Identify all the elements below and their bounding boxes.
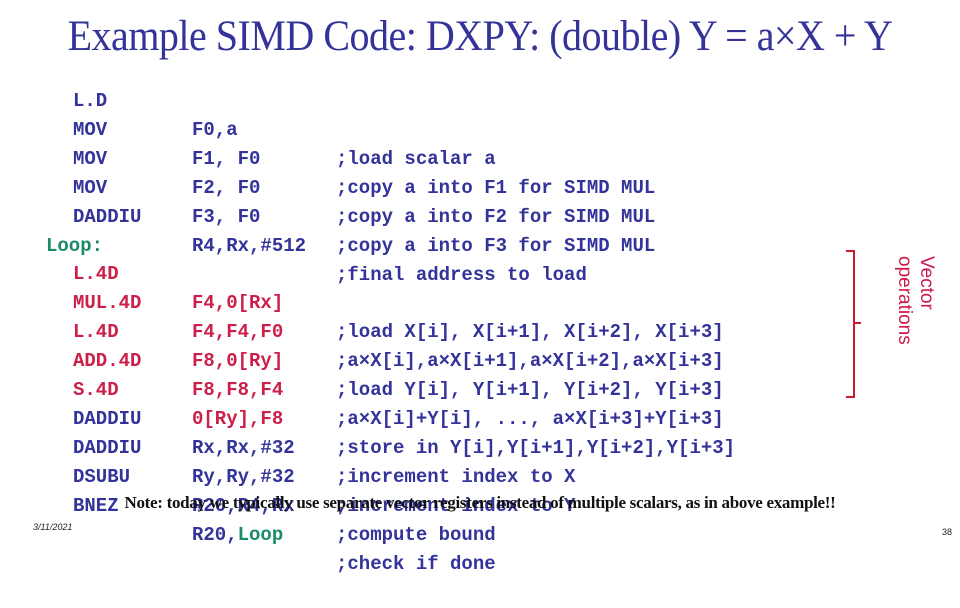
- operands: F1, F0: [192, 148, 261, 170]
- opcode: DADDIU: [73, 206, 142, 228]
- comment: ;a×X[i]+Y[i], ..., a×X[i+3]+Y[i+3]: [336, 408, 724, 430]
- opcode: DADDIU: [73, 437, 142, 459]
- slide-date: 3/11/2021: [33, 522, 73, 532]
- operand-label: Loop: [237, 524, 284, 546]
- operand-register: R20,: [192, 524, 238, 546]
- code-line: MUL.4D F4,F4,F0 ;a×X[i],a×X[i+1],a×X[i+2…: [0, 260, 724, 372]
- code-line: MOV F1, F0 ;copy a into F1 for SIMD MUL: [0, 87, 655, 199]
- code-line: MOV F2, F0 ;copy a into F2 for SIMD MUL: [0, 116, 655, 228]
- code-line: DADDIU Rx,Rx,#32 ;increment index to X: [0, 376, 575, 488]
- code-line: BNEZ R20,Loop ;check if done: [0, 463, 496, 575]
- comment: ;check if done: [336, 553, 496, 575]
- operands: F3, F0: [192, 206, 261, 228]
- opcode: MOV: [73, 119, 108, 141]
- bracket-tick: [855, 322, 861, 324]
- code-line: L.4D F8,0[Ry] ;load Y[i], Y[i+1], Y[i+2]…: [0, 289, 724, 401]
- operands: F2, F0: [192, 177, 261, 199]
- operands: Ry,Ry,#32: [192, 466, 295, 488]
- code-line: DSUBU R20,R4,Rx ;compute bound: [0, 434, 496, 546]
- code-line: L.4D F4,0[Rx] ;load X[i], X[i+1], X[i+2]…: [0, 231, 724, 343]
- code-line: MOV F3, F0 ;copy a into F3 for SIMD MUL: [0, 145, 655, 257]
- opcode: ADD.4D: [73, 350, 142, 372]
- comment: ;increment index to X: [336, 466, 576, 488]
- code-line: DADDIU R4,Rx,#512 ;final address to load: [0, 174, 587, 286]
- operands: R4,Rx,#512: [192, 235, 307, 257]
- loop-label: Loop:: [46, 235, 104, 257]
- footnote: Note: today we typically use separate ve…: [124, 493, 836, 512]
- operands: R20,Loop: [192, 521, 283, 550]
- operands: F0,a: [192, 119, 238, 141]
- vector-operations-bracket: [846, 250, 855, 398]
- page-number: 38: [942, 527, 953, 537]
- operands: Rx,Rx,#32: [192, 437, 295, 459]
- opcode: DADDIU: [73, 408, 142, 430]
- opcode: DSUBU: [73, 466, 131, 488]
- code-line: DADDIU Ry,Ry,#32 ;increment index to Y: [0, 405, 575, 517]
- code-line: L.D F0,a ;load scalar a: [0, 58, 496, 170]
- operands: F8,F8,F4: [192, 379, 284, 401]
- comment: ;compute bound: [336, 524, 496, 546]
- comment: ;copy a into F1 for SIMD MUL: [336, 177, 656, 199]
- slide-title: Example SIMD Code: DXPY: (double) Y = a×…: [67, 11, 893, 60]
- operands: F8,0[Ry]: [192, 350, 284, 372]
- comment: ;copy a into F3 for SIMD MUL: [336, 235, 656, 257]
- comment: ;load X[i], X[i+1], X[i+2], X[i+3]: [336, 321, 724, 343]
- comment: ;load Y[i], Y[i+1], Y[i+2], Y[i+3]: [336, 379, 724, 401]
- opcode: S.4D: [73, 379, 119, 401]
- opcode: MOV: [73, 148, 108, 170]
- operands: F4,F4,F0: [192, 321, 284, 343]
- comment: ;load scalar a: [336, 148, 496, 170]
- operands: 0[Ry],F8: [192, 408, 284, 430]
- code-line: Loop:: [0, 203, 103, 257]
- comment: ;store in Y[i],Y[i+1],Y[i+2],Y[i+3]: [336, 437, 736, 459]
- code-line: S.4D 0[Ry],F8 ;store in Y[i],Y[i+1],Y[i+…: [0, 347, 735, 459]
- opcode: MUL.4D: [73, 292, 142, 314]
- comment: ;final address to load: [336, 264, 587, 286]
- opcode: L.4D: [73, 321, 119, 343]
- comment: ;a×X[i],a×X[i+1],a×X[i+2],a×X[i+3]: [336, 350, 724, 372]
- opcode: L.D: [73, 90, 108, 112]
- vector-operations-label: Vector operations: [894, 256, 937, 345]
- comment: ;copy a into F2 for SIMD MUL: [336, 206, 656, 228]
- opcode: L.4D: [73, 263, 119, 285]
- operands: F4,0[Rx]: [192, 292, 284, 314]
- opcode: MOV: [73, 177, 108, 199]
- code-line: ADD.4D F8,F8,F4 ;a×X[i]+Y[i], ..., a×X[i…: [0, 318, 724, 430]
